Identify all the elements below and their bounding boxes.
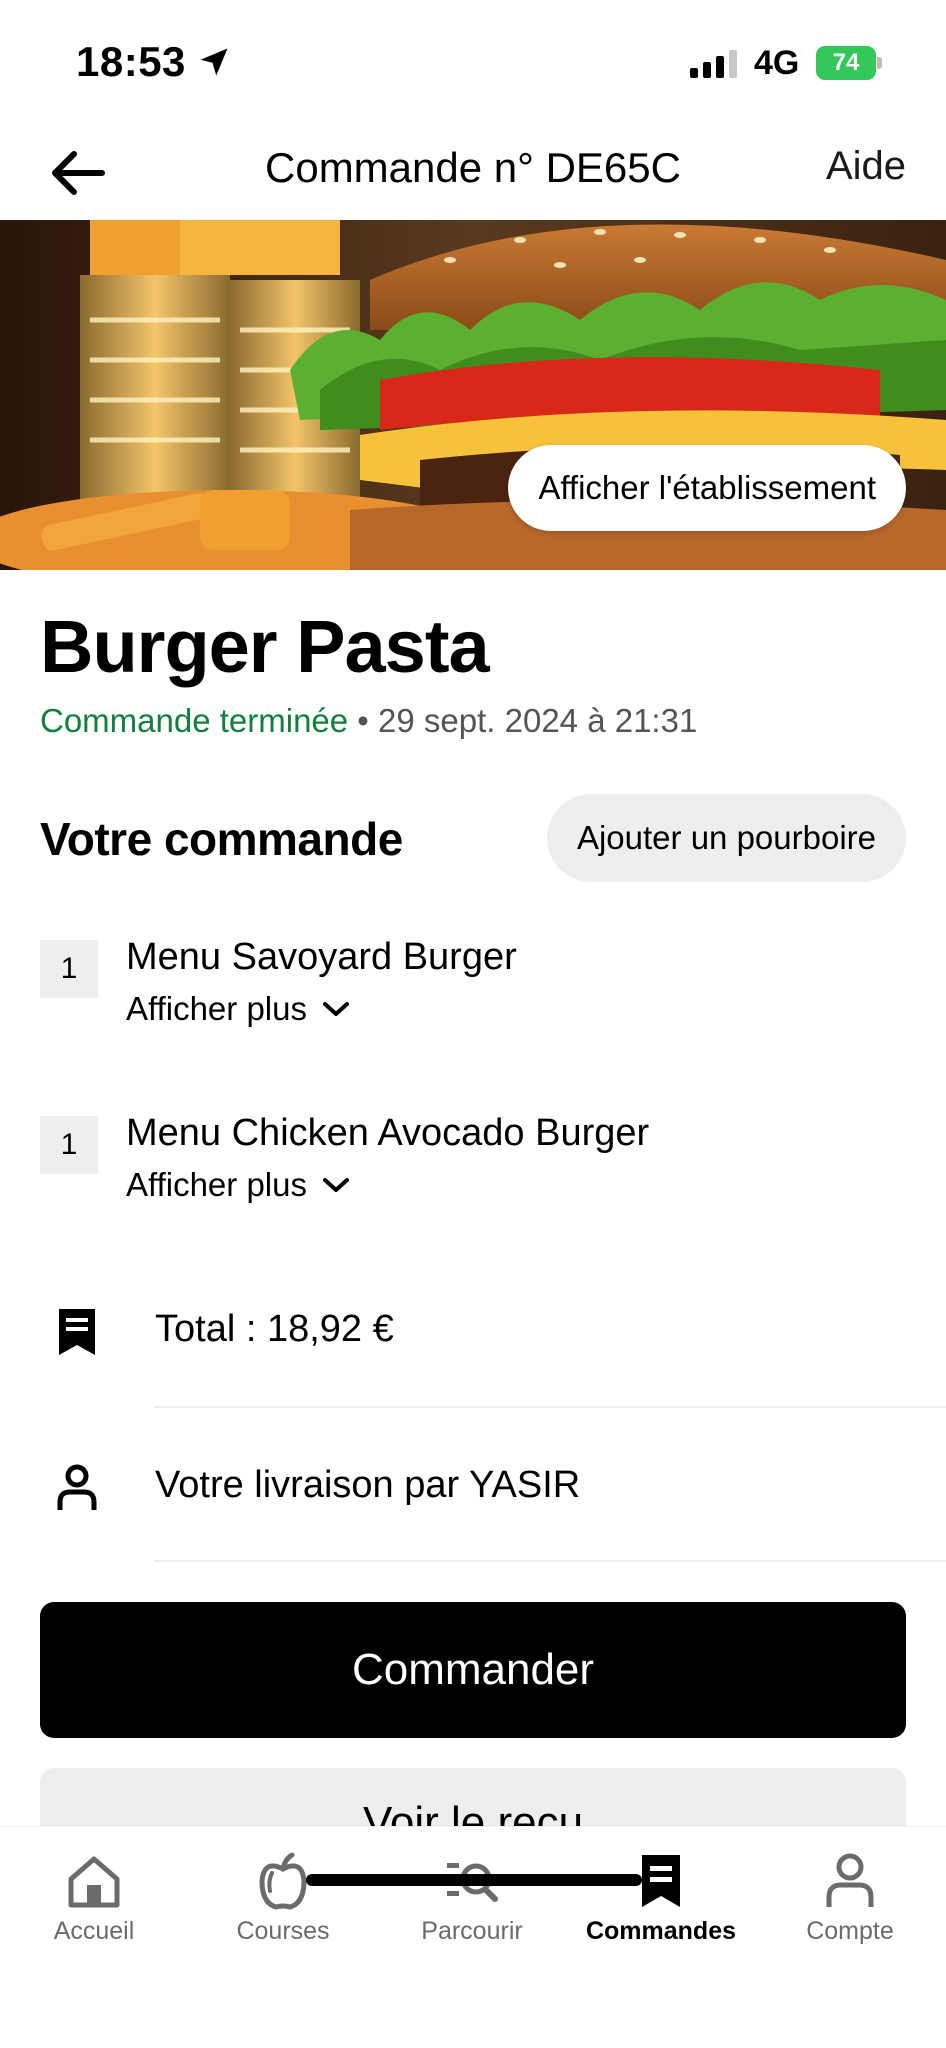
order-total: Total : 18,92 € [155, 1308, 394, 1350]
tab-browse[interactable]: Parcourir [382, 1851, 562, 1961]
receipt-icon [59, 1309, 95, 1355]
tab-label: Accueil [53, 1917, 135, 1945]
help-link[interactable]: Aide [826, 144, 906, 189]
courier-name: Votre livraison par YASIR [155, 1464, 581, 1506]
restaurant-name: Burger Pasta [40, 605, 490, 688]
home-icon [68, 1856, 120, 1908]
tab-home[interactable]: Accueil [4, 1851, 184, 1961]
tab-label: Courses [236, 1917, 330, 1945]
home-indicator [306, 1874, 642, 1886]
chevron-down-icon [322, 1002, 349, 1016]
item-quantity: 1 [40, 1116, 98, 1174]
divider [155, 1560, 946, 1562]
show-more-button[interactable]: Afficher plus [126, 1166, 351, 1204]
apple-icon [259, 1852, 307, 1910]
order-item: 1 Menu Savoyard Burger Afficher plus [40, 936, 920, 1060]
bottom-tab-bar: Accueil Courses Parcourir Commandes Comp… [0, 1826, 946, 2048]
person-icon [57, 1464, 97, 1510]
status-bar: 18:53 4G 74 [0, 0, 946, 120]
reorder-button[interactable]: Commander [40, 1602, 906, 1738]
item-name: Menu Chicken Avocado Burger [126, 1112, 650, 1154]
order-meta: Commande terminée • 29 sept. 2024 à 21:3… [40, 702, 697, 740]
restaurant-hero-image: Afficher l'établissement [0, 220, 946, 570]
show-more-button[interactable]: Afficher plus [126, 990, 351, 1028]
person-icon [826, 1853, 874, 1907]
location-arrow-icon [200, 48, 228, 76]
view-store-button[interactable]: Afficher l'établissement [508, 445, 906, 531]
battery-level: 74 [816, 46, 876, 80]
order-datetime: 29 sept. 2024 à 21:31 [378, 702, 698, 739]
item-quantity: 1 [40, 940, 98, 998]
order-section-title: Votre commande [40, 813, 403, 865]
show-more-label: Afficher plus [126, 1166, 307, 1203]
tab-label: Compte [806, 1917, 894, 1945]
order-status: Commande terminée [40, 702, 349, 739]
tab-account[interactable]: Compte [760, 1851, 940, 1961]
nav-header: Commande n° DE65C Aide [0, 120, 946, 220]
tab-orders[interactable]: Commandes [571, 1851, 751, 1961]
network-type: 4G [754, 44, 800, 82]
divider [155, 1406, 946, 1408]
item-name: Menu Savoyard Burger [126, 936, 517, 978]
status-time: 18:53 [76, 38, 186, 85]
add-tip-button[interactable]: Ajouter un pourboire [546, 794, 906, 882]
meta-separator: • [348, 702, 379, 739]
chevron-down-icon [322, 1178, 349, 1192]
courier-row[interactable]: Votre livraison par YASIR [0, 1440, 946, 1560]
battery-icon: 74 [816, 46, 882, 80]
show-more-label: Afficher plus [126, 990, 307, 1027]
tab-grocery[interactable]: Courses [193, 1851, 373, 1961]
tab-label: Parcourir [421, 1917, 523, 1945]
tab-label: Commandes [585, 1917, 737, 1945]
order-item: 1 Menu Chicken Avocado Burger Afficher p… [40, 1112, 920, 1236]
total-row[interactable]: Total : 18,92 € [0, 1284, 946, 1404]
page-title: Commande n° DE65C [265, 144, 681, 191]
signal-bars-icon [690, 50, 737, 78]
